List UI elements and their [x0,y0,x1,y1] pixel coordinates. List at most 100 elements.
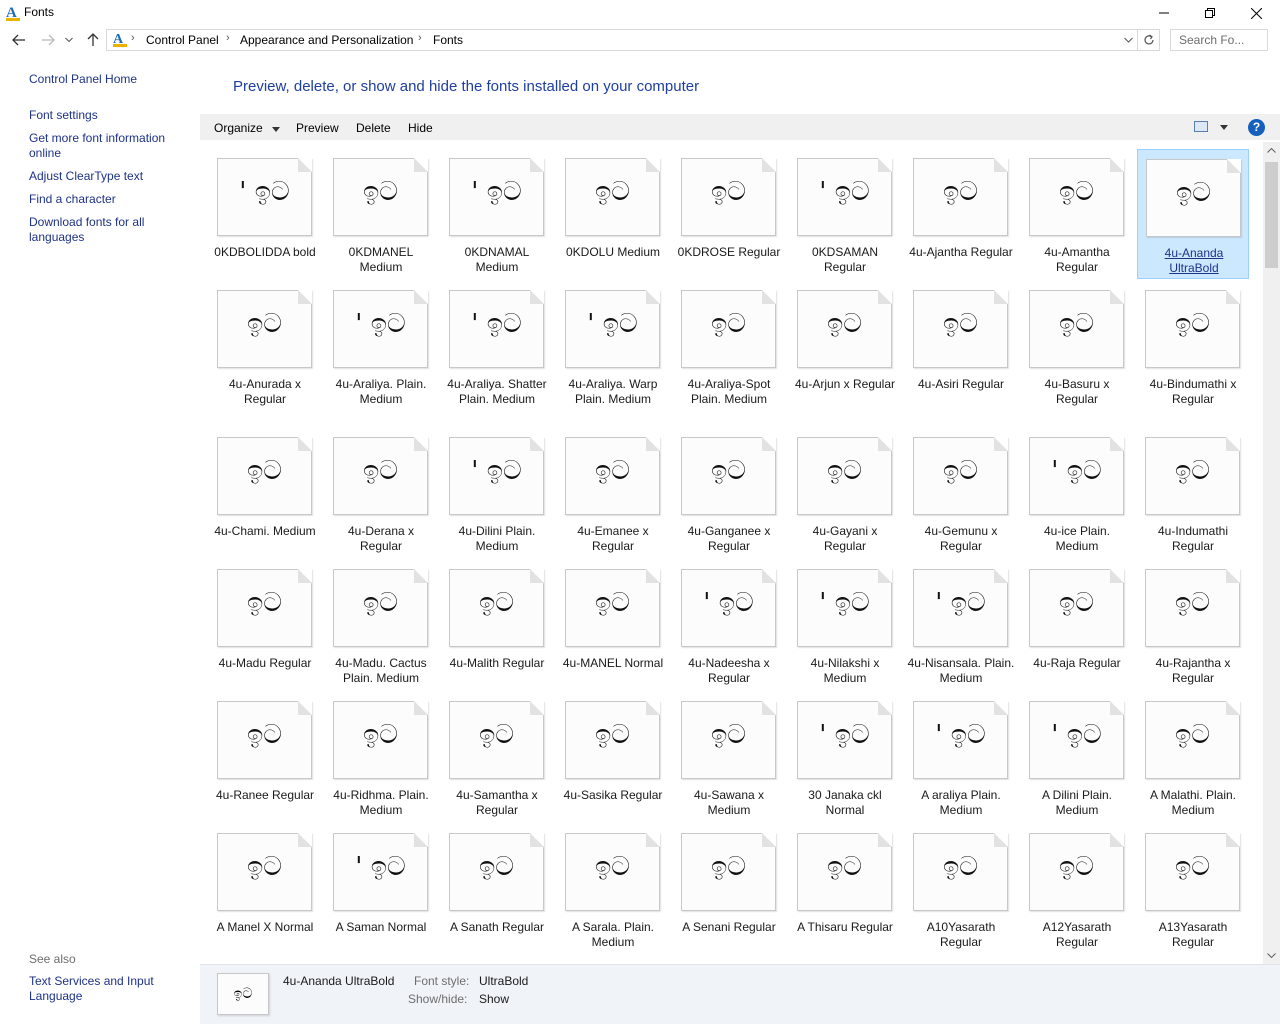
font-item[interactable]: ඉට A Thisaru Regular [789,824,901,954]
address-bar[interactable]: A › Control Panel › Appearance and Perso… [106,29,1138,51]
font-item[interactable]: ඉට 4u-Chami. Medium [210,428,321,558]
help-icon[interactable]: ? [1248,119,1265,136]
font-item[interactable]: ඉට 4u-Malith Regular [441,560,553,690]
font-item[interactable]: ඉට A12Yasarath Regular [1021,824,1133,954]
font-preview-glyph: ' ඉට [935,588,986,618]
font-preview-glyph: ඉට [595,720,630,750]
font-item[interactable]: ඉට A Manel X Normal [210,824,321,954]
font-item[interactable]: ඉට 4u-Arjun x Regular [789,281,901,426]
font-name-label: 4u-MANEL Normal [562,656,664,670]
left-task-pane: Control Panel Home Font settings Get mor… [0,54,200,1024]
hide-button[interactable]: Hide [408,121,433,135]
address-history-button[interactable] [1121,33,1135,47]
breadcrumb-fonts[interactable]: Fonts [433,33,463,47]
font-item[interactable]: ඉට 4u-Anurada x Regular [210,281,321,426]
minimize-button[interactable] [1141,0,1187,26]
font-item[interactable]: ඉට 4u-Gayani x Regular [789,428,901,558]
font-item[interactable]: ඉට 4u-Basuru x Regular [1021,281,1133,426]
download-fonts-link[interactable]: Download fonts for all languages [29,215,159,245]
font-item[interactable]: ඉට 4u-Raja Regular [1021,560,1133,690]
font-file-icon: ඉට [913,437,1008,515]
font-item[interactable]: ඉට 4u-Araliya-Spot Plain. Medium [673,281,785,426]
font-item[interactable]: ඉට A10Yasarath Regular [905,824,1017,954]
font-item[interactable]: ඉට 4u-Sawana x Medium [673,692,785,822]
font-item[interactable]: ' ඉට 4u-Nadeesha x Regular [673,560,785,690]
font-item[interactable]: ඉට 4u-Ranee Regular [210,692,321,822]
font-item[interactable]: ඉට A Sanath Regular [441,824,553,954]
font-item[interactable]: ඉට 0KDROSE Regular [673,149,785,279]
scroll-down-button[interactable] [1263,947,1280,964]
font-item[interactable]: ඉට A13Yasarath Regular [1137,824,1249,954]
font-file-icon: ඉට [449,833,544,911]
breadcrumb-separator-icon[interactable]: › [226,32,230,44]
font-item[interactable]: ' ඉට A araliya Plain. Medium [905,692,1017,822]
text-services-link[interactable]: Text Services and Input Language [29,974,169,1004]
close-button[interactable] [1233,0,1279,26]
font-item[interactable]: ඉට A Senani Regular [673,824,785,954]
font-item[interactable]: ' ඉට 4u-Nilakshi x Medium [789,560,901,690]
font-item[interactable]: ' ඉට 4u-Araliya. Warp Plain. Medium [557,281,669,426]
font-item[interactable]: ඉට 0KDMANEL Medium [325,149,437,279]
font-item[interactable]: ' ඉට 0KDSAMAN Regular [789,149,901,279]
font-item[interactable]: ' ඉට 4u-Araliya. Plain. Medium [325,281,437,426]
preview-button[interactable]: Preview [296,121,339,135]
font-item[interactable]: ඉට 4u-Indumathi Regular [1137,428,1249,558]
font-item[interactable]: ඉට 4u-Rajantha x Regular [1137,560,1249,690]
breadcrumb-separator-icon[interactable]: › [418,32,422,44]
font-item[interactable]: ඉට 4u-Madu. Cactus Plain. Medium [325,560,437,690]
breadcrumb-appearance[interactable]: Appearance and Personalization [240,33,413,47]
font-item[interactable]: ඉට 0KDOLU Medium [557,149,669,279]
font-settings-link[interactable]: Font settings [29,108,189,123]
font-item[interactable]: ඉට 4u-Madu Regular [210,560,321,690]
font-item[interactable]: ' ඉට A Saman Normal [325,824,437,954]
forward-button[interactable] [38,31,58,49]
font-preview-glyph: ඉට [1059,588,1094,618]
font-item[interactable]: ' ඉට A Dilini Plain. Medium [1021,692,1133,822]
back-button[interactable] [9,31,29,49]
font-item[interactable]: ' ඉට 4u-Araliya. Shatter Plain. Medium [441,281,553,426]
font-item[interactable]: ඉට 4u-Bindumathi x Regular [1137,281,1249,426]
font-item[interactable]: ඉට 4u-Ridhma. Plain. Medium [325,692,437,822]
organize-button[interactable]: Organize [214,121,281,135]
font-preview-glyph: ඉට [943,456,978,486]
more-font-info-link[interactable]: Get more font information online [29,131,179,161]
cleartype-link[interactable]: Adjust ClearType text [29,169,189,184]
font-item[interactable]: ඉට 4u-MANEL Normal [557,560,669,690]
view-options-dropdown[interactable] [1218,121,1230,133]
font-item[interactable]: ඉට 4u-Emanee x Regular [557,428,669,558]
breadcrumb-control-panel[interactable]: Control Panel [146,33,219,47]
font-item[interactable]: ' ඉට 0KDNAMAL Medium [441,149,553,279]
font-item[interactable]: ' ඉට 4u-ice Plain. Medium [1021,428,1133,558]
font-preview-glyph: ' ඉට [819,177,870,207]
font-item[interactable]: ' ඉට 0KDBOLIDDA bold [210,149,321,279]
scroll-up-button[interactable] [1263,142,1280,159]
refresh-button[interactable] [1138,29,1160,51]
font-item[interactable]: ඉට 4u-Sasika Regular [557,692,669,822]
view-options-icon[interactable] [1194,121,1208,132]
find-character-link[interactable]: Find a character [29,192,189,207]
font-item[interactable]: ' ඉට 4u-Nisansala. Plain. Medium [905,560,1017,690]
font-item[interactable]: ඉට 4u-Samantha x Regular [441,692,553,822]
delete-button[interactable]: Delete [356,121,391,135]
font-item[interactable]: ' ඉට 30 Janaka ckl Normal [789,692,901,822]
font-name-label: 4u-Ajantha Regular [909,245,1013,259]
vertical-scrollbar[interactable] [1263,142,1280,964]
font-item[interactable]: ' ඉට 4u-Dilini Plain. Medium [441,428,553,558]
control-panel-home-link[interactable]: Control Panel Home [29,72,189,87]
show-hide-value: Show [479,992,510,1006]
font-item[interactable]: ඉට 4u-Ajantha Regular [905,149,1017,279]
font-item[interactable]: ඉට A Malathi. Plain. Medium [1137,692,1249,822]
font-item[interactable]: ඉට 4u-Asiri Regular [905,281,1017,426]
up-button[interactable] [83,31,103,49]
font-preview-glyph: ' ඉට [587,309,638,339]
restore-button[interactable] [1187,0,1233,26]
font-item[interactable]: ඉට 4u-Derana x Regular [325,428,437,558]
font-item[interactable]: ඉට 4u-Ganganee x Regular [673,428,785,558]
font-item[interactable]: ඉට 4u-Gemunu x Regular [905,428,1017,558]
search-input[interactable] [1170,29,1268,51]
font-item[interactable]: ඉට 4u-Ananda UltraBold [1137,149,1249,279]
scroll-thumb[interactable] [1265,162,1278,268]
font-item[interactable]: ඉට A Sarala. Plain. Medium [557,824,669,954]
font-item[interactable]: ඉට 4u-Amantha Regular [1021,149,1133,279]
recent-locations-button[interactable] [62,31,76,49]
